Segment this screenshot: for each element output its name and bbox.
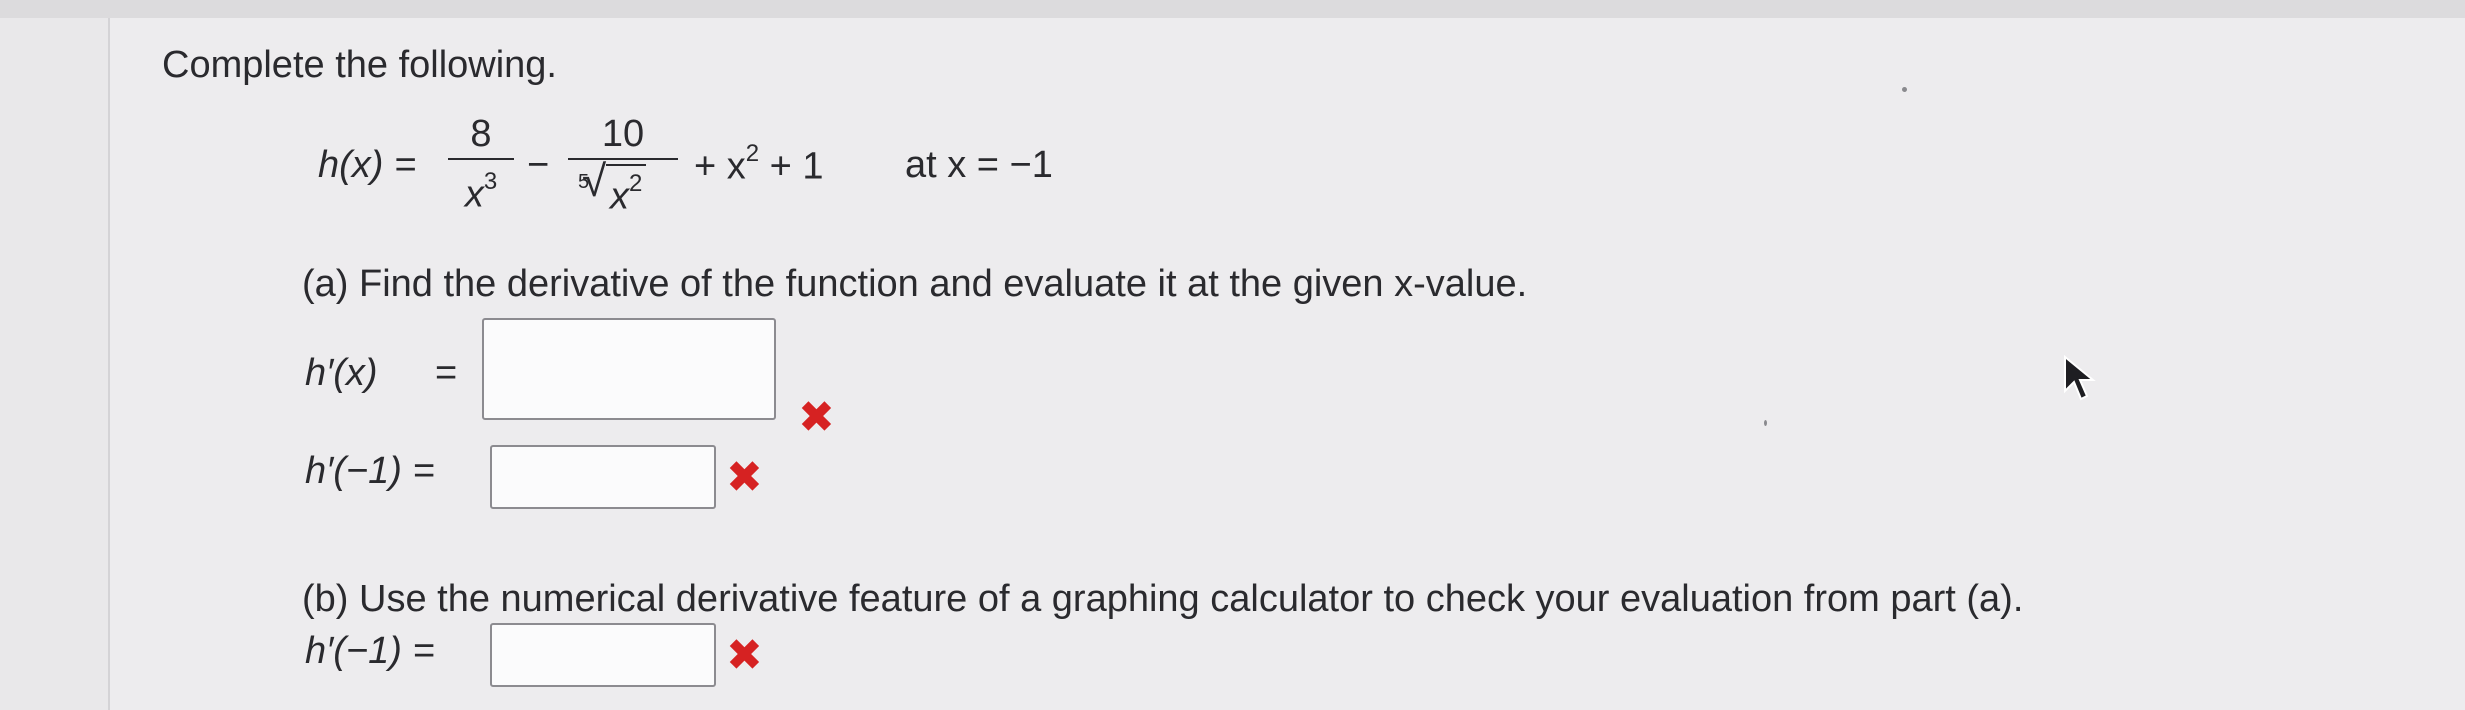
instruction-text: Complete the following.: [162, 44, 557, 86]
part-a-derivative-label: h′(x): [305, 352, 378, 394]
fraction-10-over-root: 10 5 √ x2: [568, 112, 678, 218]
incorrect-x-icon: ✖: [798, 393, 835, 442]
incorrect-x-icon: ✖: [726, 453, 763, 502]
mouse-pointer-icon: [2064, 355, 2096, 401]
part-b-prompt: (b) Use the numerical derivative feature…: [302, 578, 2024, 620]
top-band: [0, 0, 2465, 18]
part-b-eval-label: h′(−1) =: [305, 630, 435, 672]
evaluation-point: at x = −1: [905, 144, 1053, 186]
part-b-eval-answer-input[interactable]: [490, 623, 716, 687]
function-lhs: h(x) =: [318, 144, 417, 186]
part-a-eval-answer-input[interactable]: [490, 445, 716, 509]
radicand: x2: [606, 164, 647, 219]
fraction-8-over-x3: 8 x3: [448, 112, 514, 217]
derivative-answer-input[interactable]: [482, 318, 776, 420]
part-a-eval-label: h′(−1) =: [305, 450, 435, 492]
radical-sign-icon: √: [582, 157, 607, 206]
part-a-prompt: (a) Find the derivative of the function …: [302, 263, 1528, 305]
minus-sign: −: [527, 144, 550, 186]
incorrect-x-icon: ✖: [726, 631, 763, 680]
speck: [1902, 87, 1907, 92]
function-tail: + x2 + 1: [694, 140, 824, 188]
part-a-equals: =: [435, 352, 458, 394]
speck: [1764, 420, 1767, 426]
